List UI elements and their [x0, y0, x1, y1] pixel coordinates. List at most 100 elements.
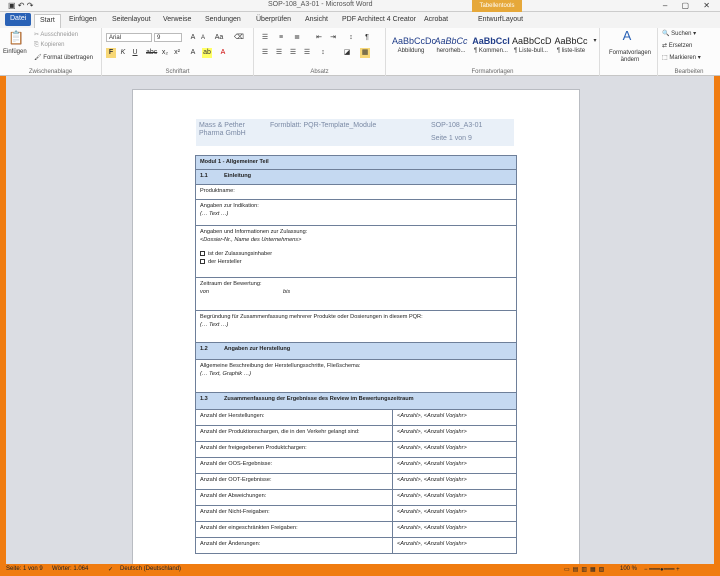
row-label[interactable]: Anzahl der OOT-Ergebnisse: [195, 473, 393, 490]
reasoning-cell[interactable]: Begründung für Zusammenfassung mehrerer … [195, 310, 517, 343]
font-size-field[interactable]: 9 [154, 33, 182, 42]
font-name-field[interactable]: Arial [106, 33, 152, 42]
title-bar: ▣ ↶ ↷ SOP-108_A3-01 - Microsoft Word Tab… [0, 0, 720, 12]
editing-group: 🔍 Suchen ▾ ⇄ Ersetzen ⬚ Markieren ▾ Bear… [658, 28, 720, 76]
styles-more-icon[interactable]: ▾ [590, 36, 600, 46]
row-value[interactable]: <Anzahl>, <Anzahl Vorjahr> [392, 409, 517, 426]
zoom-slider[interactable]: − ━━━●━━━ + [644, 566, 680, 573]
row-value[interactable]: <Anzahl>, <Anzahl Vorjahr> [392, 489, 517, 506]
tab-verweise[interactable]: Verweise [158, 14, 196, 28]
tab-datei[interactable]: Datei [5, 13, 32, 26]
align-right-icon[interactable]: ☰ [288, 48, 298, 58]
cut-button[interactable]: ✂ Ausschneiden [34, 31, 78, 38]
multilevel-list-icon[interactable]: ≣ [292, 33, 302, 43]
replace-button[interactable]: ⇄ Ersetzen [662, 42, 692, 49]
status-words[interactable]: Wörter: 1.064 [52, 566, 88, 572]
zoom-level[interactable]: 100 % [620, 566, 637, 572]
numbering-icon[interactable]: ≡ [276, 33, 286, 43]
style-kommentar[interactable]: AaBbCcI ¶ Kommen... [472, 34, 510, 62]
style-herorheb[interactable]: AaBbCc herorheb... [432, 34, 470, 62]
increase-indent-icon[interactable]: ⇥ [328, 33, 338, 43]
section-header: 1.1 Einleitung [195, 169, 517, 185]
italic-icon[interactable]: K [118, 48, 128, 58]
table-row: Allgemeine Beschreibung der Herstellungs… [195, 359, 517, 393]
line-spacing-icon[interactable]: ↕ [318, 48, 328, 58]
bold-icon[interactable]: F [106, 48, 116, 58]
quick-access-toolbar[interactable]: ▣ ↶ ↷ [8, 1, 33, 10]
row-value[interactable]: <Anzahl>, <Anzahl Vorjahr> [392, 457, 517, 474]
indication-cell[interactable]: Angaben zur Indikation: (… Text …) [195, 199, 517, 226]
paste-icon[interactable]: 📋 [8, 30, 24, 46]
borders-icon[interactable]: ▦ [360, 48, 370, 58]
section-title: Zusammenfassung der Ergebnisse des Revie… [224, 396, 414, 402]
row-label[interactable]: Anzahl der Nicht-Freigaben: [195, 505, 393, 522]
module-title[interactable]: Modul 1 - Allgemeiner Teil [195, 155, 517, 170]
row-value[interactable]: <Anzahl>, <Anzahl Vorjahr> [392, 537, 517, 554]
tab-start[interactable]: Start [34, 14, 61, 28]
highlight-icon[interactable]: ab [202, 48, 212, 58]
change-styles-button[interactable]: Formatvorlagen ändern [603, 50, 657, 64]
align-center-icon[interactable]: ☰ [274, 48, 284, 58]
strikethrough-icon[interactable]: abc [146, 48, 157, 58]
status-proofing-icon[interactable]: ✓ [108, 566, 113, 573]
row-value[interactable]: <Anzahl>, <Anzahl Vorjahr> [392, 425, 517, 442]
row-value[interactable]: <Anzahl>, <Anzahl Vorjahr> [392, 473, 517, 490]
tab-ueberpruefen[interactable]: Überprüfen [251, 14, 296, 28]
row-label[interactable]: Anzahl der eingeschränkten Freigaben: [195, 521, 393, 538]
row-value[interactable]: <Anzahl>, <Anzahl Vorjahr> [392, 441, 517, 458]
style-abbildung[interactable]: AaBbCcDc Abbildung [392, 34, 436, 62]
tab-layout[interactable]: Layout [497, 14, 528, 28]
period-cell[interactable]: Zeitraum der Bewertung: von bis [195, 277, 517, 311]
row-label[interactable]: Anzahl der freigegebenen Produktchargen: [195, 441, 393, 458]
editing-group-label: Bearbeiten [674, 69, 704, 75]
sort-icon[interactable]: ↕ [346, 33, 356, 43]
status-language[interactable]: Deutsch (Deutschland) [120, 566, 181, 572]
bullets-icon[interactable]: ☰ [260, 33, 270, 43]
justify-icon[interactable]: ☰ [302, 48, 312, 58]
tab-sendungen[interactable]: Sendungen [200, 14, 246, 28]
approval-cell[interactable]: Angaben und Informationen zur Zulassung:… [195, 225, 517, 278]
row-label[interactable]: Anzahl der Abweichungen: [195, 489, 393, 506]
change-styles-icon[interactable]: A [618, 29, 636, 47]
find-button[interactable]: 🔍 Suchen ▾ [662, 30, 696, 37]
product-name-cell[interactable]: Produktname: [195, 184, 517, 200]
grow-font-icon[interactable]: A [188, 33, 198, 43]
row-label[interactable]: Anzahl der OOS-Ergebnisse: [195, 457, 393, 474]
row-value[interactable]: <Anzahl>, <Anzahl Vorjahr> [392, 505, 517, 522]
process-cell[interactable]: Allgemeine Beschreibung der Herstellungs… [195, 359, 517, 393]
row-label[interactable]: Anzahl der Herstellungen: [195, 409, 393, 426]
manufacturer-checkbox[interactable] [200, 259, 205, 265]
style-liste-liste[interactable]: AaBbCc ¶ liste-liste [552, 34, 590, 62]
row-value[interactable]: <Anzahl>, <Anzahl Vorjahr> [392, 521, 517, 538]
row-label[interactable]: Anzahl der Produktionschargen, die in de… [195, 425, 393, 442]
format-painter-button[interactable]: 🖌 Format übertragen [34, 54, 93, 61]
decrease-indent-icon[interactable]: ⇤ [314, 33, 324, 43]
status-page[interactable]: Seite: 1 von 9 [6, 566, 43, 572]
underline-icon[interactable]: U [130, 48, 140, 58]
shading-icon[interactable]: ◪ [342, 48, 352, 58]
tab-acrobat[interactable]: Acrobat [419, 14, 453, 28]
holder-checkbox[interactable] [200, 251, 205, 257]
context-tab-label: Tabellentools [472, 0, 522, 12]
tab-pdf-architect[interactable]: PDF Architect 4 Creator [337, 14, 421, 28]
shrink-font-icon[interactable]: A [198, 33, 208, 43]
copy-button[interactable]: ⎘ Kopieren [34, 42, 65, 49]
select-button[interactable]: ⬚ Markieren ▾ [662, 54, 701, 61]
view-buttons[interactable]: ▭▤▥▦▧ [564, 566, 607, 573]
paste-button[interactable]: Einfügen [3, 49, 27, 55]
tab-einfuegen[interactable]: Einfügen [64, 14, 102, 28]
superscript-icon[interactable]: x² [172, 48, 182, 58]
table-row: Anzahl der Herstellungen: <Anzahl>, <Anza… [195, 409, 517, 426]
text-effects-icon[interactable]: A [188, 48, 198, 58]
change-case-icon[interactable]: Aa [214, 33, 224, 43]
tab-seitenlayout[interactable]: Seitenlayout [107, 14, 156, 28]
window-controls[interactable]: – ▢ ✕ [663, 1, 716, 10]
clear-format-icon[interactable]: ⌫ [234, 33, 244, 43]
subscript-icon[interactable]: x₂ [160, 48, 170, 58]
align-left-icon[interactable]: ☰ [260, 48, 270, 58]
row-label[interactable]: Anzahl der Änderungen: [195, 537, 393, 554]
show-marks-icon[interactable]: ¶ [362, 33, 372, 43]
style-liste-bullet[interactable]: AaBbCcD ¶ Liste-bull... [512, 34, 552, 62]
tab-ansicht[interactable]: Ansicht [300, 14, 333, 28]
font-color-icon[interactable]: A [218, 48, 228, 58]
